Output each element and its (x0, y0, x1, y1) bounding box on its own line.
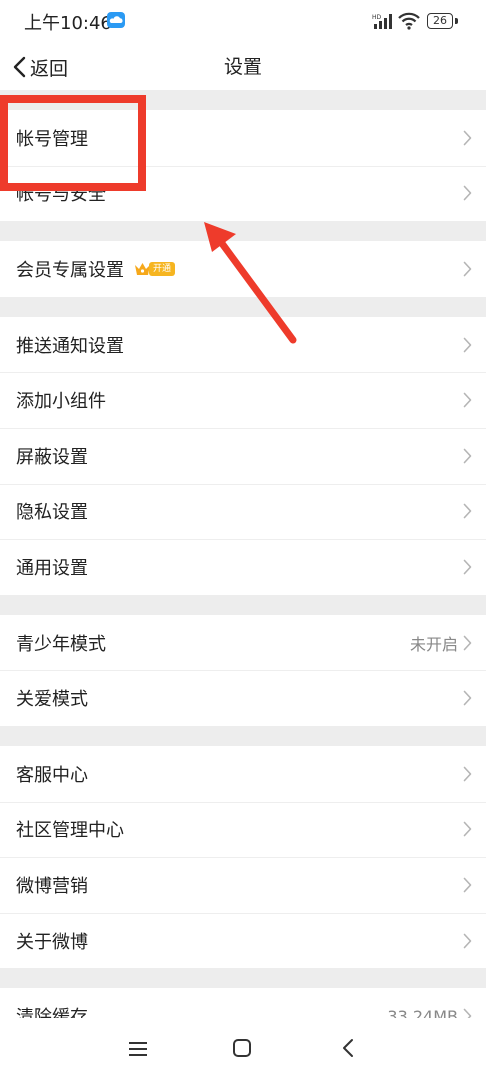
chevron-right-icon (463, 504, 472, 519)
settings-row-label: 关爱模式 (16, 689, 88, 711)
cloud-icon (107, 12, 125, 28)
settings-row-label: 社区管理中心 (16, 820, 124, 842)
chevron-right-icon (463, 1008, 472, 1018)
chevron-right-icon (463, 261, 472, 277)
system-nav-bar (0, 1018, 486, 1080)
settings-list: 帐号管理帐号与安全会员专属设置 开通推送通知设置 添加小组件屏蔽设置隐私设置通用设置… (0, 90, 486, 1018)
settings-row[interactable]: 青少年模式 未开启 (0, 615, 486, 671)
hd-signal-icon: HD (372, 14, 392, 29)
nav-bar: 返回 设置 (0, 44, 486, 90)
chevron-right-icon (463, 337, 472, 352)
settings-group: 客服中心社区管理中心 微博营销关于微博 (0, 745, 486, 969)
settings-group: 青少年模式 未开启关爱模式 (0, 614, 486, 726)
settings-group: 会员专属设置 开通 (0, 241, 486, 297)
settings-group: 清除缓存 33.24MB (0, 988, 486, 1018)
settings-row[interactable]: 推送通知设置 (0, 317, 486, 373)
settings-row[interactable]: 关于微博 (0, 912, 486, 969)
settings-group: 推送通知设置 添加小组件屏蔽设置隐私设置通用设置 (0, 316, 486, 595)
page-title: 设置 (223, 56, 262, 78)
settings-row[interactable]: 会员专属设置 开通 (0, 241, 486, 297)
settings-row-label: 添加小组件 (16, 391, 106, 413)
settings-row[interactable]: 微博营销 (0, 857, 486, 913)
svg-text:HD: HD (372, 14, 382, 21)
settings-row-label: 帐号与安全 (16, 184, 106, 206)
settings-row-label: 帐号管理 (16, 128, 88, 150)
wifi-icon (398, 12, 420, 30)
status-time: 上午10:46 (24, 13, 112, 34)
settings-row-label: 隐私设置 (16, 502, 88, 524)
settings-row[interactable]: 帐号管理 (0, 110, 486, 166)
settings-row[interactable]: 添加小组件 (0, 372, 486, 428)
settings-row[interactable]: 清除缓存 33.24MB (0, 988, 486, 1018)
chevron-right-icon (463, 822, 472, 837)
vip-badge-label: 开通 (149, 261, 176, 276)
back-icon[interactable] (340, 1038, 356, 1058)
settings-row-label: 通用设置 (16, 557, 88, 579)
chevron-right-icon (463, 933, 472, 948)
chevron-right-icon (463, 130, 472, 146)
settings-row-label: 清除缓存 (16, 1007, 88, 1018)
settings-row[interactable]: 社区管理中心 (0, 801, 486, 858)
settings-row[interactable]: 客服中心 (0, 746, 486, 802)
chevron-right-icon (463, 690, 472, 706)
vip-badge: 开通 (134, 261, 176, 277)
settings-row-value: 33.24MB (387, 1006, 458, 1018)
settings-group: 帐号管理 帐号与安全 (0, 110, 486, 222)
battery-cap (455, 18, 458, 24)
chevron-right-icon (463, 559, 472, 575)
chevron-right-icon (463, 186, 472, 201)
settings-row-label: 关于微博 (16, 931, 88, 953)
settings-row-label: 青少年模式 (16, 633, 106, 655)
home-icon[interactable] (232, 1038, 252, 1058)
settings-row-label: 会员专属设置 (16, 259, 124, 281)
settings-row[interactable]: 隐私设置 (0, 483, 486, 540)
settings-row[interactable]: 帐号与安全 (0, 165, 486, 222)
settings-row[interactable]: 关爱模式 (0, 670, 486, 726)
status-bar: 上午10:46 HD 26 (0, 0, 486, 44)
settings-row-label: 客服中心 (16, 764, 88, 786)
settings-row-label: 推送通知设置 (16, 335, 124, 357)
settings-row-label: 屏蔽设置 (16, 446, 88, 468)
chevron-right-icon (463, 392, 472, 408)
chevron-right-icon (463, 635, 472, 650)
chevron-right-icon (463, 766, 472, 782)
battery-icon: 26 (427, 13, 453, 29)
menu-icon[interactable] (128, 1040, 148, 1058)
settings-row-label: 微博营销 (16, 875, 88, 897)
settings-row[interactable]: 屏蔽设置 (0, 427, 486, 484)
chevron-right-icon (463, 448, 472, 464)
settings-row[interactable]: 通用设置 (0, 539, 486, 595)
chevron-right-icon (463, 877, 472, 893)
settings-row-value: 未开启 (409, 634, 458, 654)
